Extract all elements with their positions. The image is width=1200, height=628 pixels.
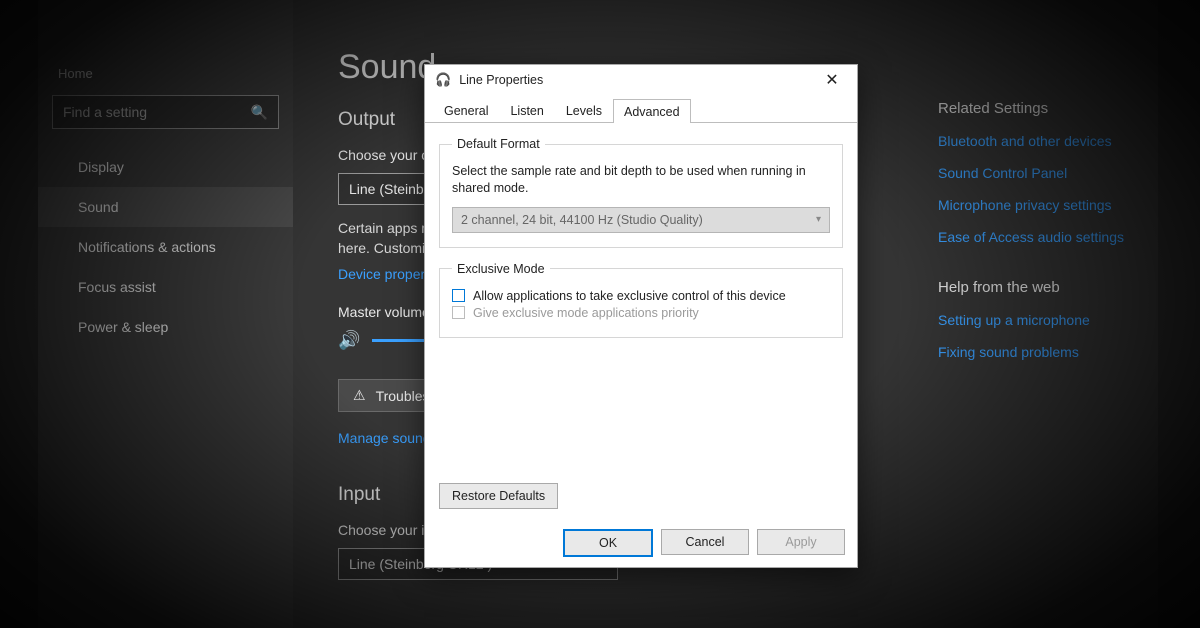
tab-general[interactable]: General	[433, 98, 499, 122]
sidebar-item-display[interactable]: Display	[38, 147, 293, 187]
sidebar-item-power-sleep[interactable]: Power & sleep	[38, 307, 293, 347]
checkbox-exclusive-priority: Give exclusive mode applications priorit…	[452, 306, 830, 320]
dialog-button-row: OK Cancel Apply	[563, 529, 845, 557]
link-microphone-privacy[interactable]: Microphone privacy settings	[938, 197, 1158, 213]
dialog-tabs: General Listen Levels Advanced	[425, 95, 857, 123]
default-format-legend: Default Format	[452, 137, 545, 151]
sidebar-home[interactable]: Home	[38, 60, 293, 95]
line-properties-dialog: 🎧 Line Properties ✕ General Listen Level…	[424, 64, 858, 568]
default-format-description: Select the sample rate and bit depth to …	[452, 163, 830, 197]
sample-rate-value: 2 channel, 24 bit, 44100 Hz (Studio Qual…	[461, 213, 703, 227]
ok-button[interactable]: OK	[563, 529, 653, 557]
tab-advanced[interactable]: Advanced	[613, 99, 691, 123]
related-settings-panel: Related Settings Bluetooth and other dev…	[938, 100, 1158, 376]
sidebar-item-sound[interactable]: Sound	[38, 187, 293, 227]
dialog-panel: Default Format Select the sample rate an…	[425, 123, 857, 360]
link-ease-of-access-audio[interactable]: Ease of Access audio settings	[938, 229, 1158, 245]
audio-jack-icon: 🎧	[435, 72, 451, 88]
warning-icon: ⚠	[353, 387, 366, 404]
exclusive-mode-legend: Exclusive Mode	[452, 262, 550, 276]
help-web-header: Help from the web	[938, 279, 1158, 296]
speaker-icon: 🔊	[338, 330, 360, 351]
tab-levels[interactable]: Levels	[555, 98, 613, 122]
chevron-down-icon: ▾	[816, 214, 821, 225]
apply-button[interactable]: Apply	[757, 529, 845, 555]
related-settings-header: Related Settings	[938, 100, 1158, 117]
close-icon: ✕	[825, 72, 838, 89]
checkbox-exclusive-control[interactable]: Allow applications to take exclusive con…	[452, 289, 830, 303]
search-placeholder: Find a setting	[63, 104, 147, 120]
close-button[interactable]: ✕	[817, 70, 847, 90]
link-bluetooth[interactable]: Bluetooth and other devices	[938, 133, 1158, 149]
sample-rate-select[interactable]: 2 channel, 24 bit, 44100 Hz (Studio Qual…	[452, 207, 830, 233]
sidebar-item-focus-assist[interactable]: Focus assist	[38, 267, 293, 307]
exclusive-mode-group: Exclusive Mode Allow applications to tak…	[439, 262, 843, 338]
checkbox-exclusive-priority-label: Give exclusive mode applications priorit…	[473, 306, 699, 320]
cancel-button[interactable]: Cancel	[661, 529, 749, 555]
settings-sidebar: Home Find a setting 🔍 Display Sound Noti…	[38, 0, 293, 628]
checkbox-exclusive-control-label: Allow applications to take exclusive con…	[473, 289, 786, 303]
dialog-title: Line Properties	[459, 73, 543, 87]
link-fixing-sound[interactable]: Fixing sound problems	[938, 344, 1158, 360]
link-sound-control-panel[interactable]: Sound Control Panel	[938, 165, 1158, 181]
checkbox-icon	[452, 306, 465, 319]
restore-defaults-button[interactable]: Restore Defaults	[439, 483, 558, 509]
sidebar-item-notifications[interactable]: Notifications & actions	[38, 227, 293, 267]
link-setup-microphone[interactable]: Setting up a microphone	[938, 312, 1158, 328]
checkbox-icon	[452, 289, 465, 302]
tab-listen[interactable]: Listen	[499, 98, 554, 122]
search-input[interactable]: Find a setting 🔍	[52, 95, 279, 129]
dialog-titlebar: 🎧 Line Properties ✕	[425, 65, 857, 95]
search-icon: 🔍	[251, 104, 268, 121]
default-format-group: Default Format Select the sample rate an…	[439, 137, 843, 248]
